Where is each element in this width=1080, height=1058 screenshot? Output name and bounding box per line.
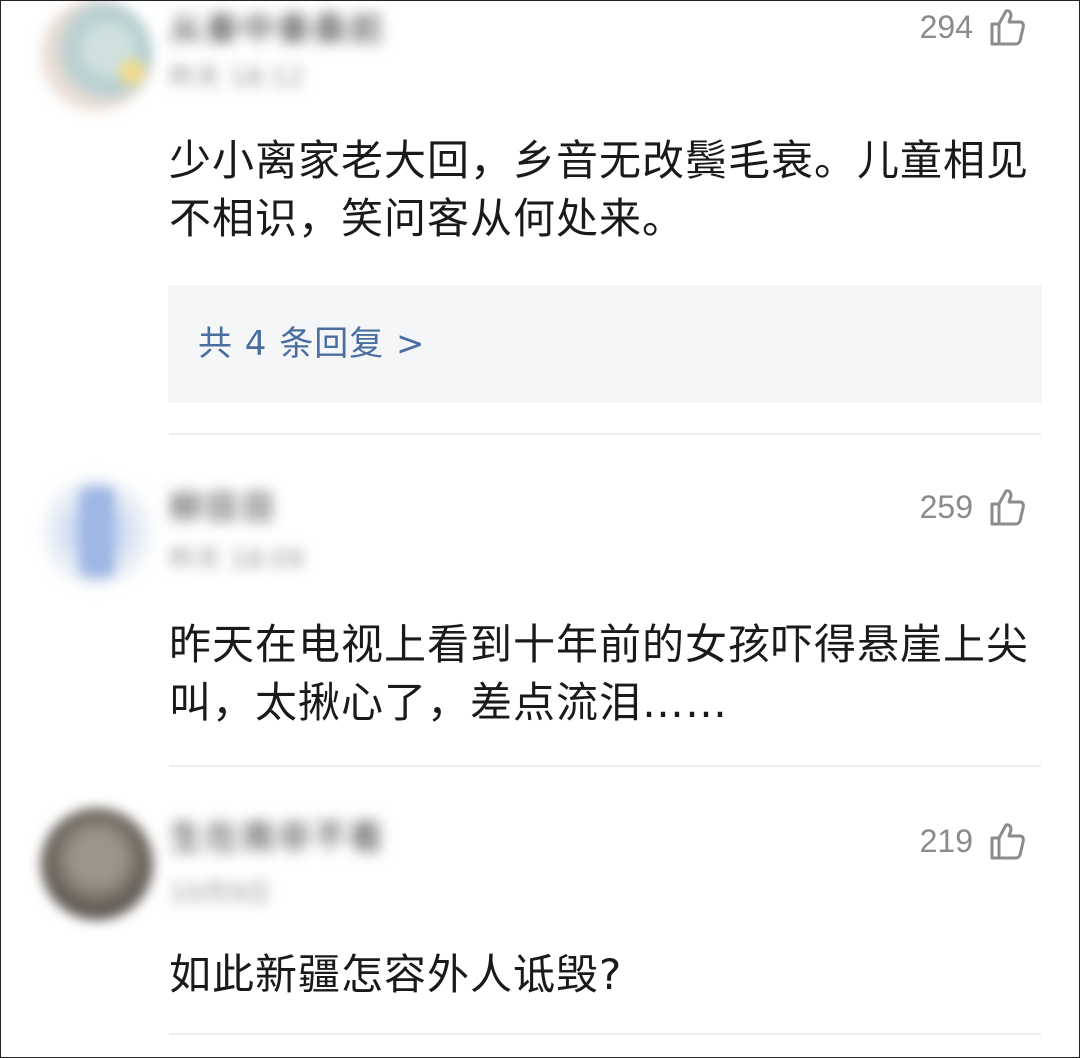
thumbs-up-icon [987, 7, 1027, 47]
avatar[interactable] [41, 1, 153, 111]
comment-text: 昨天在电视上看到十年前的女孩吓得悬崖上尖叫，太揪心了，差点流泪…… [169, 620, 1030, 727]
like-count: 259 [919, 489, 973, 525]
comment-item: 生在南非不看 10月9日 219 如此新疆怎容外人诋毁? [1, 801, 1079, 1057]
comment-username[interactable]: 柳目目 [169, 489, 277, 527]
comment-list: 从秦中秦桑前 昨天 18:12 294 少小离家老大回，乡音无改鬓毛衰。儿童相见… [0, 0, 1080, 1058]
avatar[interactable] [41, 808, 153, 920]
comment-item: 从秦中秦桑前 昨天 18:12 294 少小离家老大回，乡音无改鬓毛衰。儿童相见… [1, 1, 1079, 437]
comment-username[interactable]: 生在南非不看 [169, 819, 385, 857]
like-button[interactable]: 259 [920, 487, 1027, 527]
like-count: 294 [919, 9, 973, 45]
view-replies-link[interactable]: 共 4 条回复 > [198, 322, 426, 366]
like-button[interactable]: 219 [920, 821, 1027, 861]
comment-timestamp: 10月9日 [169, 879, 271, 909]
avatar[interactable] [41, 476, 153, 588]
thumbs-up-icon [987, 487, 1027, 527]
replies-panel[interactable]: 共 4 条回复 > [168, 285, 1042, 403]
comment-username[interactable]: 从秦中秦桑前 [169, 11, 385, 49]
comment-timestamp: 昨天 18:12 [169, 63, 305, 93]
divider [169, 1033, 1041, 1035]
comment-item: 柳目目 昨天 18:09 259 昨天在电视上看到十年前的女孩吓得悬崖上尖叫，太… [1, 471, 1079, 771]
comment-text: 如此新疆怎容外人诋毁? [169, 950, 623, 999]
divider [169, 433, 1041, 435]
like-count: 219 [919, 823, 973, 859]
comment-text: 少小离家老大回，乡音无改鬓毛衰。儿童相见不相识，笑问客从何处来。 [169, 136, 1030, 243]
thumbs-up-icon [987, 821, 1027, 861]
divider [169, 765, 1041, 767]
like-button[interactable]: 294 [920, 7, 1027, 47]
comment-timestamp: 昨天 18:09 [169, 545, 305, 575]
